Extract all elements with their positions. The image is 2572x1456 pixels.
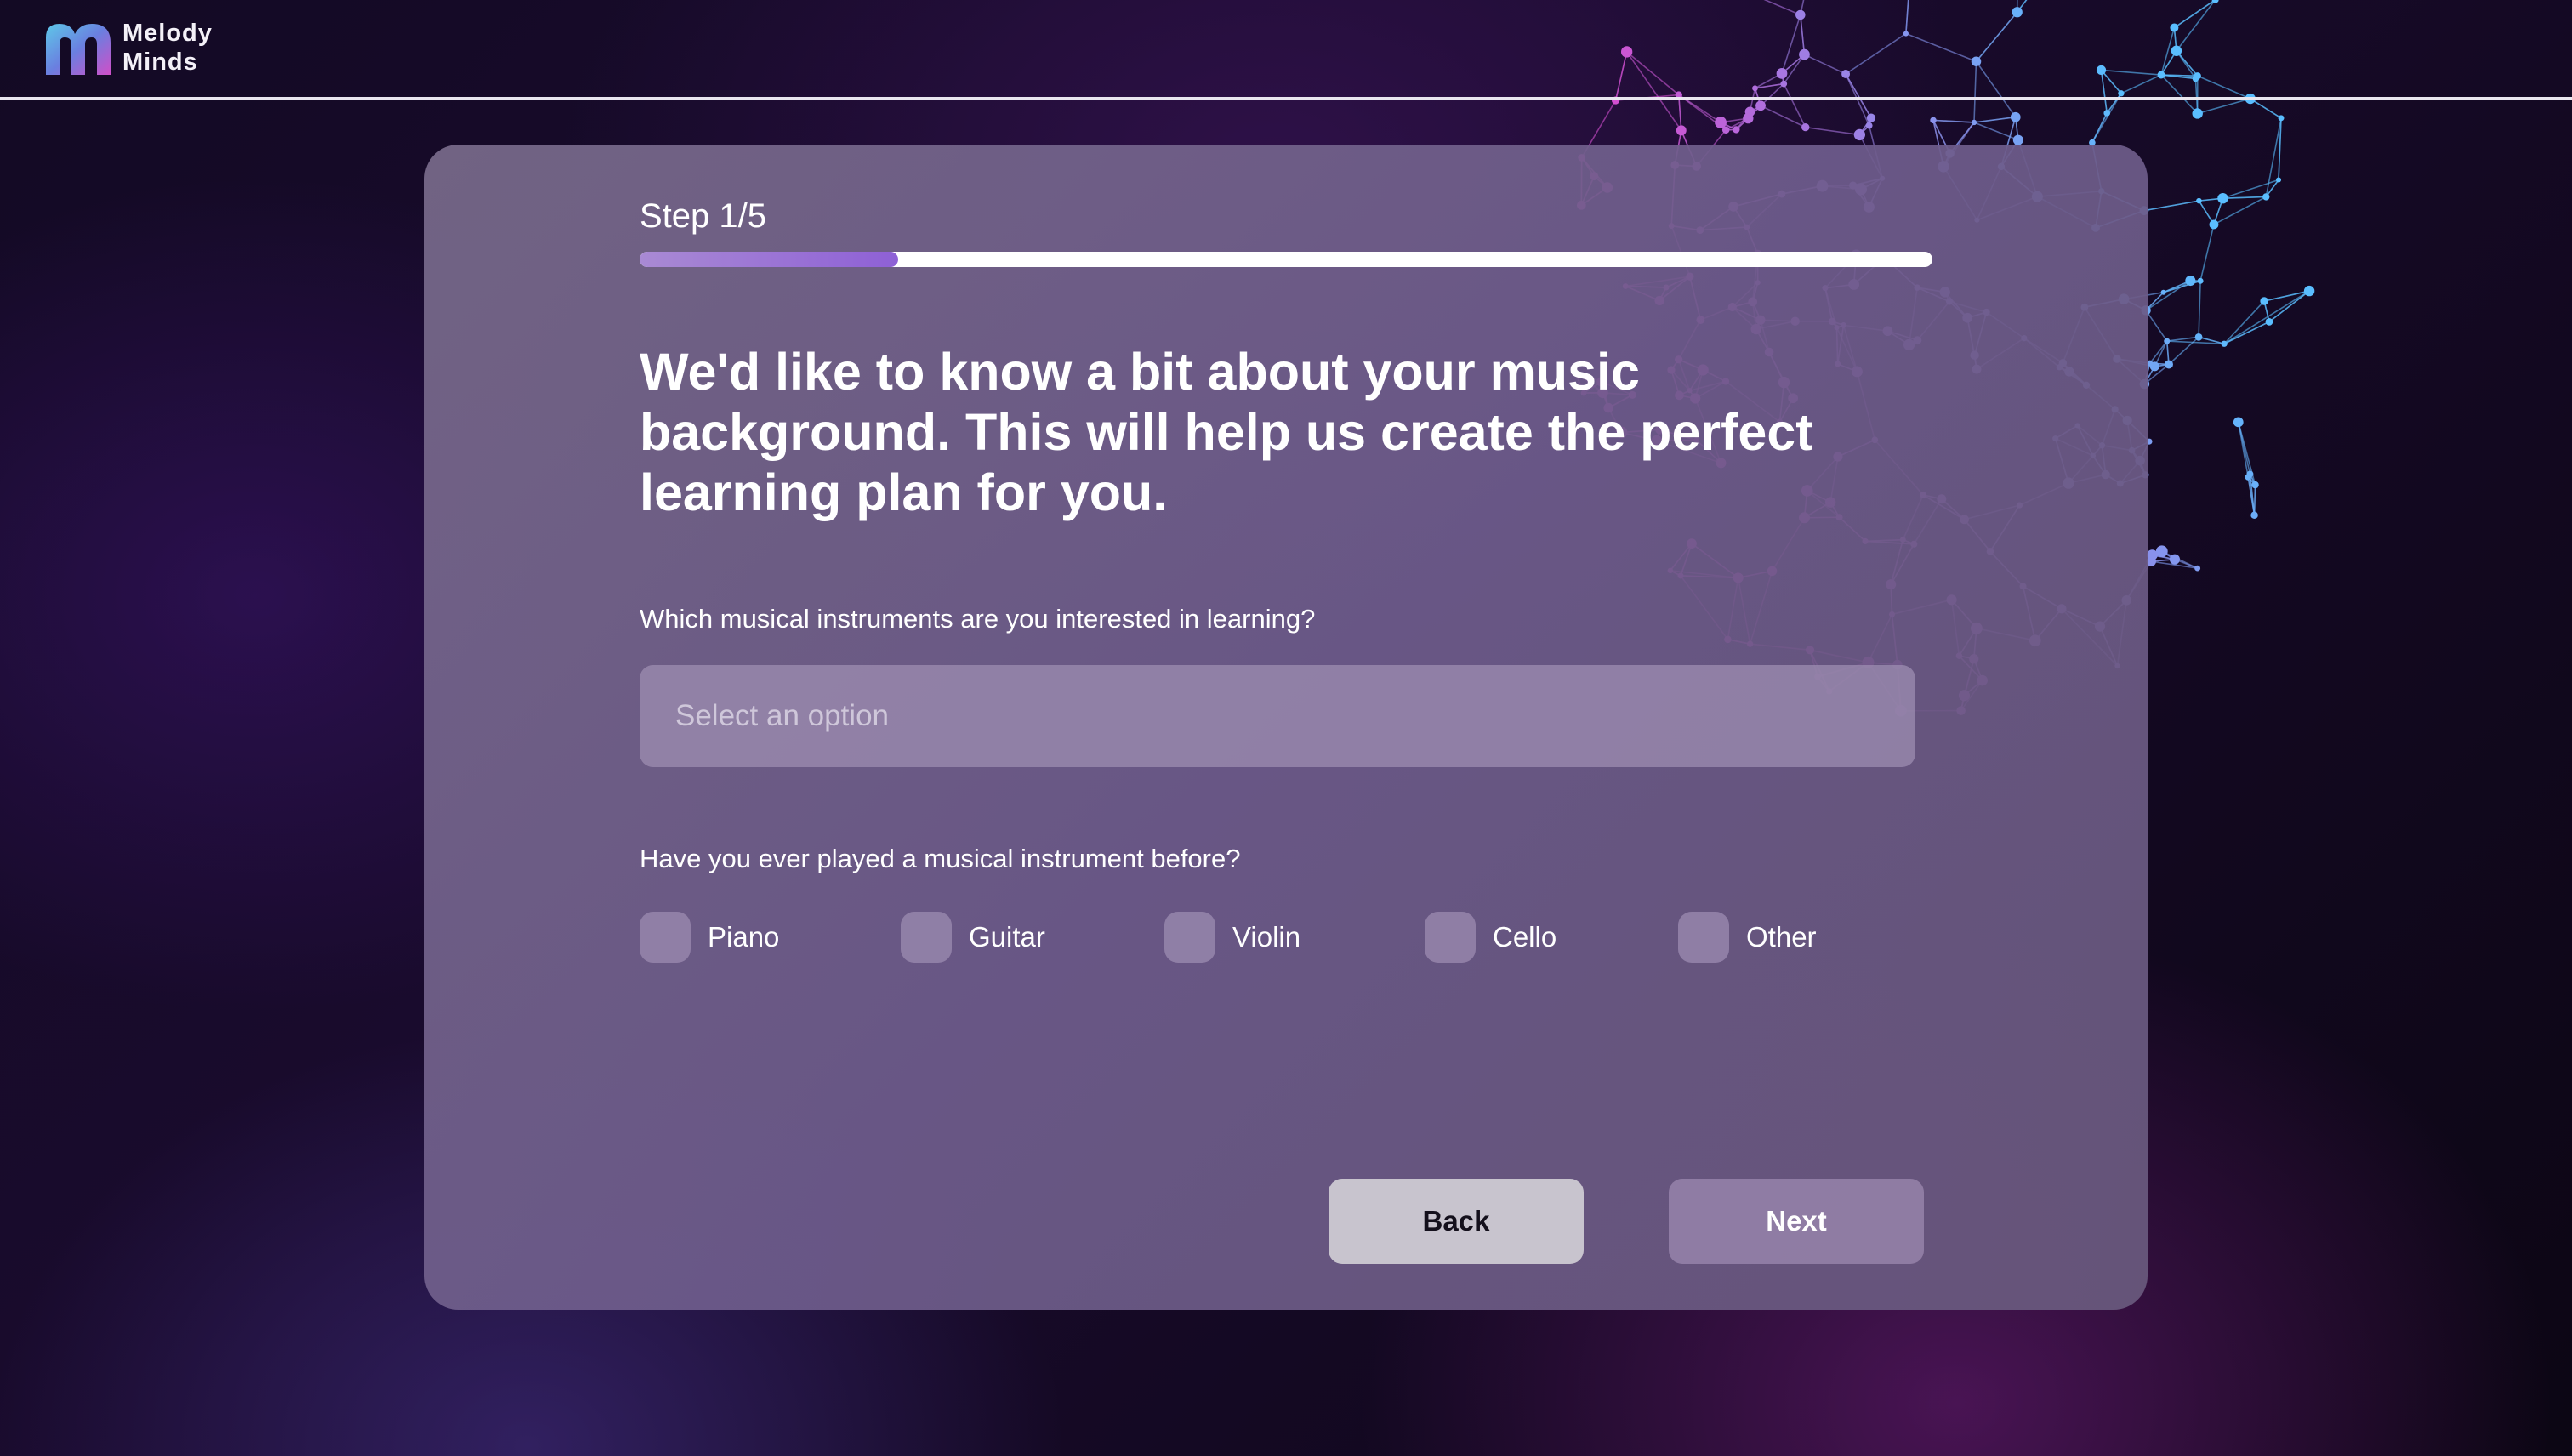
instruments-question-label: Which musical instruments are you intere… bbox=[640, 604, 1316, 634]
onboarding-card: Step 1/5 We'd like to know a bit about y… bbox=[424, 145, 2148, 1310]
progress-bar-fill bbox=[640, 252, 898, 267]
checkbox[interactable] bbox=[1678, 912, 1729, 963]
brand-name: Melody Minds bbox=[122, 19, 242, 77]
option-guitar[interactable]: Guitar bbox=[901, 912, 1045, 963]
network-node bbox=[1733, 126, 1740, 134]
network-node bbox=[2217, 192, 2228, 204]
network-node bbox=[2303, 285, 2315, 297]
network-node bbox=[2192, 108, 2203, 119]
header-divider bbox=[0, 97, 2572, 100]
network-node bbox=[2194, 565, 2201, 572]
network-node bbox=[2209, 219, 2219, 230]
network-node bbox=[1755, 100, 1766, 111]
network-node bbox=[1866, 113, 1876, 122]
network-node bbox=[1853, 128, 1866, 141]
network-node bbox=[2012, 134, 2023, 145]
network-node bbox=[2103, 110, 2111, 117]
network-node bbox=[2276, 177, 2282, 183]
network-node bbox=[2169, 554, 2180, 565]
option-label: Violin bbox=[1232, 921, 1301, 953]
brand-name-line1: Melody bbox=[122, 20, 213, 47]
progress-bar bbox=[640, 252, 1932, 267]
network-node bbox=[2278, 115, 2285, 122]
network-node bbox=[2260, 297, 2268, 305]
network-node bbox=[2196, 197, 2202, 204]
network-node bbox=[2197, 277, 2204, 284]
network-node bbox=[1801, 122, 1810, 132]
network-node bbox=[2221, 340, 2228, 347]
option-cello[interactable]: Cello bbox=[1425, 912, 1556, 963]
network-node bbox=[2265, 318, 2273, 326]
checkbox[interactable] bbox=[1425, 912, 1476, 963]
network-node bbox=[2250, 511, 2258, 520]
network-node bbox=[2010, 111, 2021, 122]
option-violin[interactable]: Violin bbox=[1164, 912, 1300, 963]
network-node bbox=[2160, 289, 2166, 295]
step-indicator: Step 1/5 bbox=[640, 197, 767, 235]
option-label: Cello bbox=[1493, 921, 1557, 953]
instruments-select[interactable]: Select an option bbox=[640, 665, 1915, 767]
network-node bbox=[2147, 360, 2154, 367]
network-node bbox=[2185, 276, 2196, 287]
network-node bbox=[1676, 125, 1687, 136]
network-node bbox=[2233, 417, 2244, 428]
brand-name-line2: Minds bbox=[122, 48, 198, 76]
next-button[interactable]: Next bbox=[1669, 1179, 1924, 1264]
instruments-select-placeholder: Select an option bbox=[675, 699, 890, 732]
checkbox[interactable] bbox=[640, 912, 691, 963]
network-node bbox=[2194, 333, 2203, 341]
option-label: Other bbox=[1746, 921, 1817, 953]
network-node bbox=[1930, 117, 1937, 124]
option-piano[interactable]: Piano bbox=[640, 912, 779, 963]
checkbox[interactable] bbox=[901, 912, 952, 963]
network-node bbox=[2251, 481, 2259, 489]
experience-question-label: Have you ever played a musical instrumen… bbox=[640, 844, 1241, 873]
melody-minds-logo-icon bbox=[46, 24, 111, 75]
back-button[interactable]: Back bbox=[1329, 1179, 1584, 1264]
network-node bbox=[1715, 116, 1727, 128]
page-title: We'd like to know a bit about your music… bbox=[640, 343, 1813, 521]
network-node bbox=[1865, 122, 1873, 129]
network-node bbox=[2155, 545, 2168, 558]
network-node bbox=[1971, 119, 1977, 126]
app-header: Melody Minds bbox=[0, 0, 2572, 100]
experience-options: Piano Guitar Violin Cello Other bbox=[640, 912, 1915, 963]
network-node bbox=[2262, 193, 2270, 201]
option-label: Guitar bbox=[969, 921, 1045, 953]
option-other[interactable]: Other bbox=[1678, 912, 1817, 963]
network-node bbox=[2147, 549, 2158, 561]
network-node bbox=[2164, 338, 2171, 344]
network-node bbox=[2164, 360, 2173, 369]
network-node bbox=[2246, 470, 2254, 478]
checkbox[interactable] bbox=[1164, 912, 1215, 963]
option-label: Piano bbox=[708, 921, 780, 953]
brand-logo[interactable]: Melody Minds bbox=[43, 19, 242, 77]
network-node bbox=[1743, 112, 1754, 124]
